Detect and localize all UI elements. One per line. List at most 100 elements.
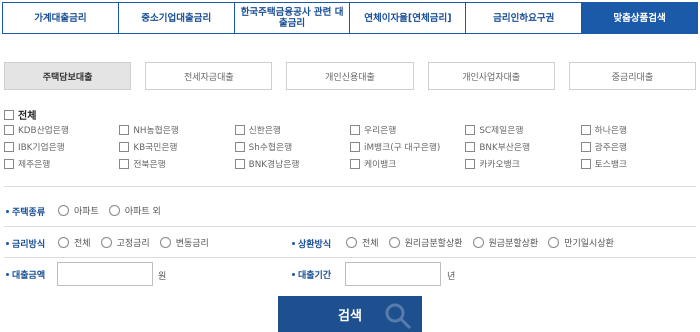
bank-checkbox[interactable]: [465, 158, 476, 169]
bank-checkbox[interactable]: [4, 141, 14, 152]
bank-label: 전북은행: [133, 160, 166, 170]
bank-checkbox[interactable]: [350, 124, 360, 135]
bank-checkbox[interactable]: [4, 124, 14, 135]
tab-hf-loan-rate[interactable]: 한국주택금융공사 관련 대출금리: [234, 3, 351, 33]
subtab-mortgage-loan[interactable]: 주택담보대출: [4, 62, 132, 90]
radio-repay-all[interactable]: 전체: [346, 236, 379, 249]
radio-non-apartment[interactable]: 아파트 외: [108, 204, 161, 217]
radio-bullet-repayment[interactable]: 만기일시상환: [548, 236, 614, 249]
bullet-icon: [292, 242, 295, 245]
loan-amount-input[interactable]: [57, 262, 153, 286]
rate-method-options: 전체 고정금리 변동금리: [58, 236, 209, 249]
bank-checkbox[interactable]: [119, 124, 130, 135]
bank-option[interactable]: iM뱅크(구 대구은행): [350, 140, 465, 153]
bank-option[interactable]: 우리은행: [350, 123, 465, 136]
search-button[interactable]: 검색: [278, 296, 422, 332]
bank-option[interactable]: KB국민은행: [119, 140, 234, 153]
bank-option[interactable]: 신한은행: [234, 123, 350, 136]
divider: [4, 226, 696, 227]
subtab-personal-credit-loan[interactable]: 개인신용대출: [286, 62, 414, 90]
housing-type-options: 아파트 아파트 외: [58, 204, 161, 217]
bank-checkbox[interactable]: [580, 124, 591, 135]
bank-option[interactable]: 전북은행: [119, 157, 234, 170]
bullet-icon: [6, 242, 9, 245]
subtab-mid-rate-loan[interactable]: 중금리대출: [568, 62, 697, 90]
select-all[interactable]: 전체: [4, 107, 36, 122]
bank-option[interactable]: 광주은행: [580, 140, 696, 153]
bank-checkbox[interactable]: [234, 158, 245, 169]
bank-option[interactable]: Sh수협은행: [234, 140, 350, 153]
bank-label: iM뱅크(구 대구은행): [364, 143, 441, 153]
bank-label: 신한은행: [248, 126, 282, 136]
bank-label: IBK기업은행: [18, 143, 65, 153]
bank-checkbox[interactable]: [350, 158, 360, 169]
repay-method-options: 전체 원리금분할상환 원금분할상환 만기일시상환: [346, 236, 614, 249]
tab-household-loan-rate[interactable]: 가계대출금리: [3, 3, 119, 33]
bullet-icon: [6, 273, 9, 276]
divider: [4, 186, 696, 187]
bank-checkbox[interactable]: [350, 141, 360, 152]
radio-circle[interactable]: [472, 237, 484, 248]
bullet-icon: [292, 273, 295, 276]
loan-period-input[interactable]: [345, 262, 441, 286]
bank-option[interactable]: KDB산업은행: [4, 123, 119, 136]
tab-rate-cut-request[interactable]: 금리인하요구권: [466, 3, 583, 33]
bank-option[interactable]: 하나은행: [580, 123, 696, 136]
search-button-label: 검색: [338, 308, 362, 324]
bank-checkbox[interactable]: [234, 141, 245, 152]
top-tab-bar: 가계대출금리 중소기업대출금리 한국주택금융공사 관련 대출금리 연체이자율[연…: [2, 2, 698, 34]
radio-circle[interactable]: [58, 237, 69, 248]
bank-label: KDB산업은행: [18, 126, 69, 136]
radio-equal-principal[interactable]: 원금분할상환: [472, 236, 538, 249]
tab-custom-product-search[interactable]: 맞춤상품검색: [582, 3, 697, 33]
repay-method-label: 상환방식: [292, 237, 331, 250]
bank-option[interactable]: 케이뱅크: [350, 157, 465, 170]
radio-circle[interactable]: [58, 205, 69, 216]
radio-variable-rate[interactable]: 변동금리: [159, 236, 209, 249]
tab-overdue-rate[interactable]: 연체이자율[연체금리]: [350, 3, 467, 33]
radio-circle[interactable]: [388, 237, 400, 248]
loan-period-label: 대출기간: [292, 268, 331, 281]
loan-amount-unit: 원: [158, 272, 167, 282]
bank-option[interactable]: IBK기업은행: [4, 140, 119, 153]
bank-label: 카카오뱅크: [479, 160, 520, 170]
bank-checkbox[interactable]: [465, 141, 476, 152]
bank-checkbox[interactable]: [119, 158, 130, 169]
bank-label: 하나은행: [594, 126, 628, 136]
bank-checkbox[interactable]: [580, 158, 591, 169]
tab-sme-loan-rate[interactable]: 중소기업대출금리: [118, 3, 235, 33]
subtab-jeonse-loan[interactable]: 전세자금대출: [145, 62, 273, 90]
subtab-sole-proprietor-loan[interactable]: 개인사업자대출: [427, 62, 555, 90]
select-all-checkbox[interactable]: [4, 109, 14, 120]
bank-checkbox[interactable]: [4, 158, 14, 169]
select-all-label: 전체: [18, 111, 37, 122]
radio-circle[interactable]: [100, 237, 112, 248]
bank-checkbox[interactable]: [465, 124, 476, 135]
bank-label: BNK경남은행: [248, 160, 300, 170]
bank-label: 우리은행: [364, 126, 397, 136]
bank-option[interactable]: 카카오뱅크: [465, 157, 580, 170]
bullet-icon: [6, 210, 9, 213]
bank-option[interactable]: SC제일은행: [465, 123, 580, 136]
radio-circle[interactable]: [108, 205, 120, 216]
bank-option[interactable]: 토스뱅크: [580, 157, 696, 170]
rate-method-label: 금리방식: [6, 237, 45, 250]
bank-label: Sh수협은행: [248, 143, 293, 153]
radio-rate-all[interactable]: 전체: [58, 236, 91, 249]
divider: [4, 257, 696, 258]
bank-option[interactable]: BNK경남은행: [234, 157, 350, 170]
bank-label: 케이뱅크: [364, 160, 397, 170]
radio-circle[interactable]: [159, 237, 171, 248]
bank-option[interactable]: NH농협은행: [119, 123, 234, 136]
radio-circle[interactable]: [548, 237, 560, 248]
radio-apartment[interactable]: 아파트: [58, 204, 99, 217]
sub-tab-bar: 주택담보대출 전세자금대출 개인신용대출 개인사업자대출 중금리대출: [4, 62, 697, 90]
bank-option[interactable]: BNK부산은행: [465, 140, 580, 153]
bank-checkbox[interactable]: [234, 124, 245, 135]
bank-checkbox[interactable]: [119, 141, 130, 152]
bank-checkbox[interactable]: [580, 141, 591, 152]
radio-circle[interactable]: [346, 237, 357, 248]
bank-option[interactable]: 제주은행: [4, 157, 119, 170]
radio-fixed-rate[interactable]: 고정금리: [100, 236, 150, 249]
radio-equal-principal-interest[interactable]: 원리금분할상환: [388, 236, 463, 249]
